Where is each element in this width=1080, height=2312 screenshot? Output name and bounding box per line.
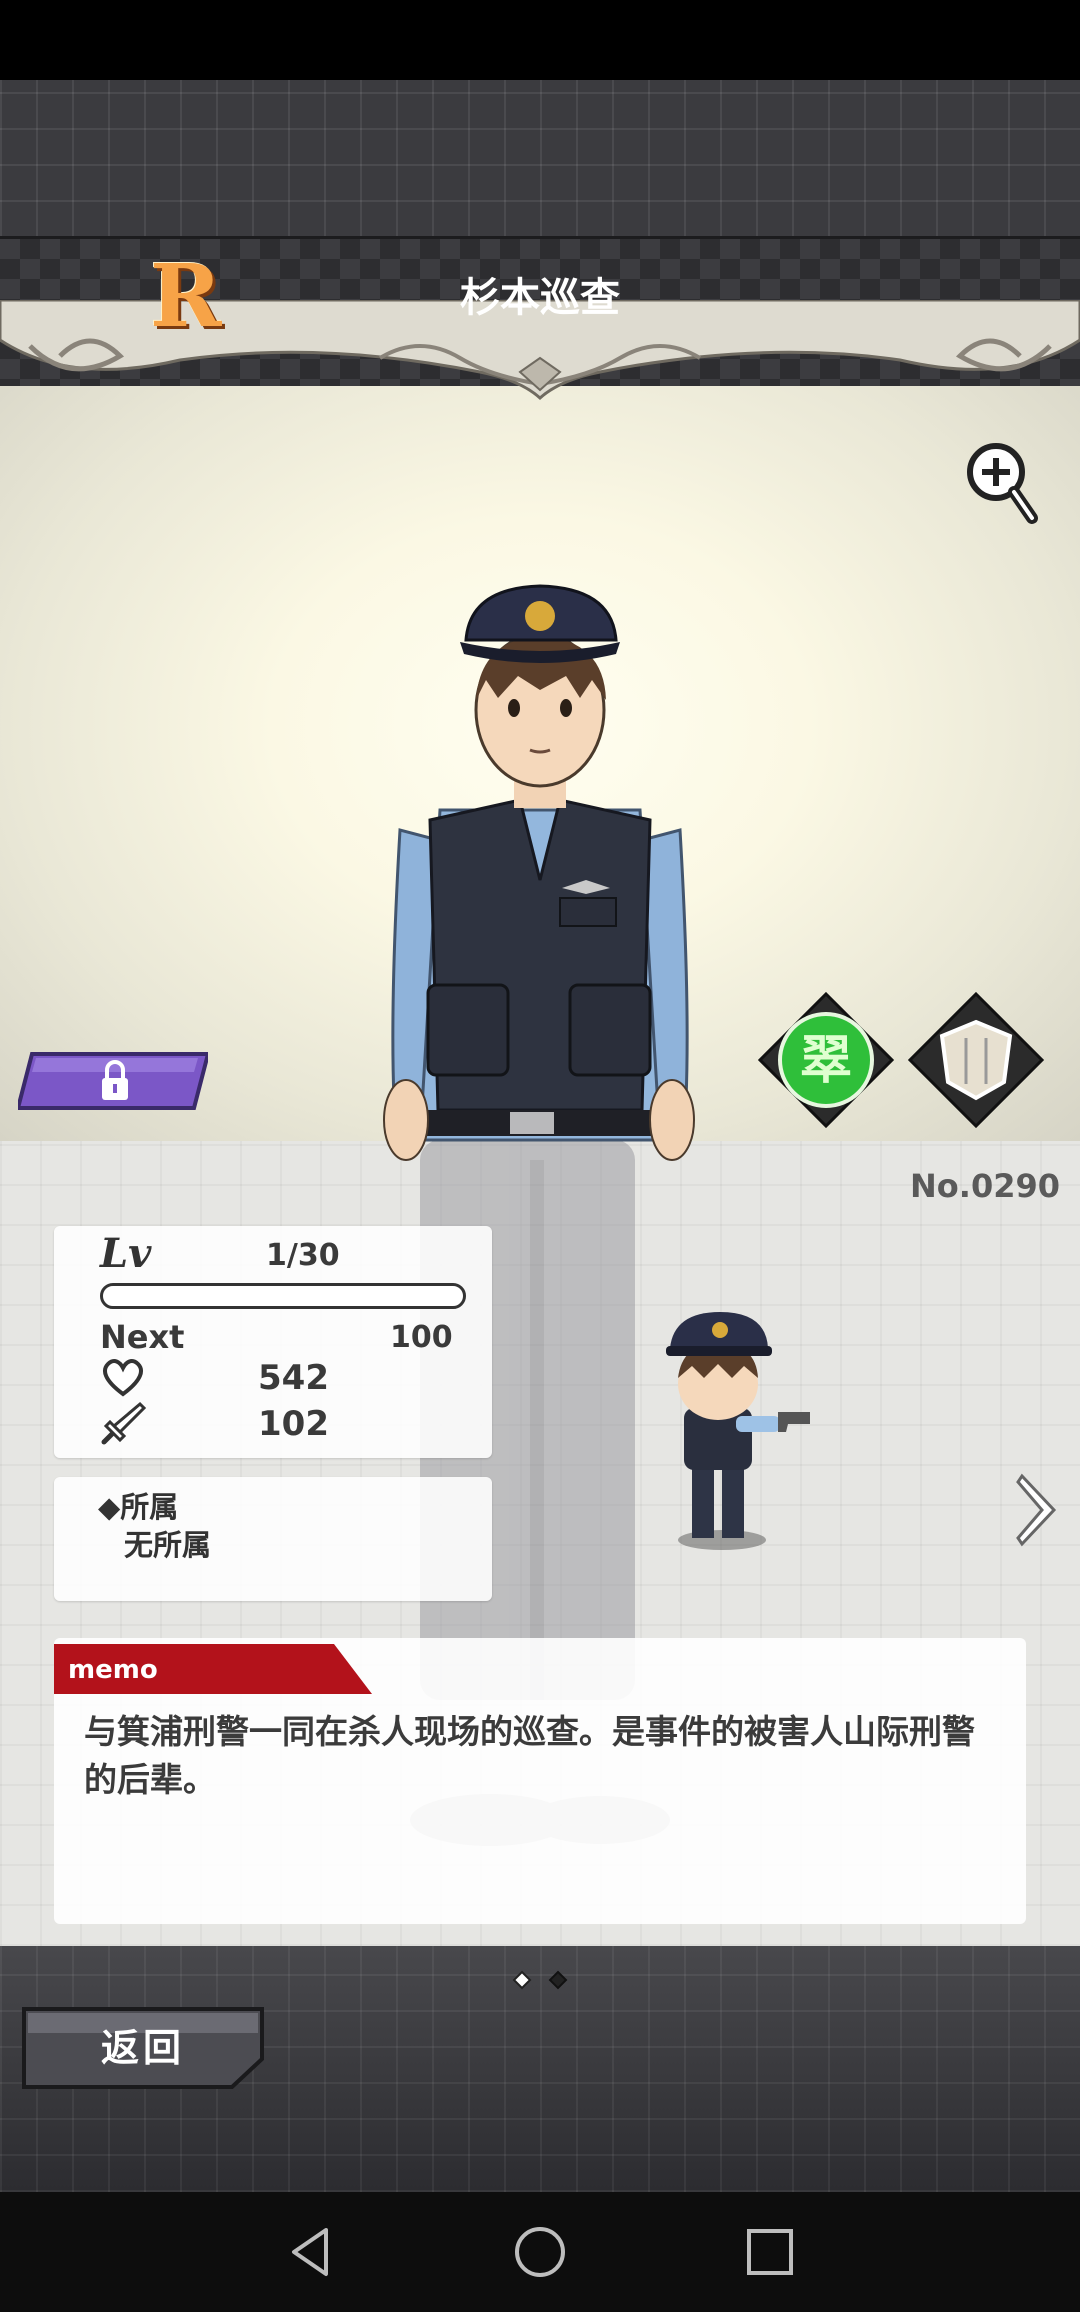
level-label: Lv [100,1230,152,1277]
shield-type-icon [908,992,1044,1128]
recents-nav-icon[interactable] [740,2222,800,2282]
heart-icon [103,1359,143,1397]
experience-bar [100,1283,466,1309]
page-dot-1 [512,1970,532,1990]
lock-button[interactable] [18,1050,208,1112]
zoom-in-icon[interactable] [962,438,1042,526]
rarity-badge: R [150,246,222,347]
back-nav-icon[interactable] [280,2222,340,2282]
home-nav-icon[interactable] [510,2222,570,2282]
top-grid-background [0,80,1080,238]
memo-text: 与箕浦刑警一同在杀人现场的巡查。是事件的被害人山际刑警的后辈。 [84,1712,975,1799]
next-value: 100 [390,1320,453,1355]
attribute-glyph: 翠 [800,1031,852,1091]
chibi-sprite [666,1312,810,1550]
next-arrow-button[interactable] [1014,1470,1062,1550]
affiliation-label: ◆所属 [98,1490,179,1524]
sword-icon [101,1401,146,1445]
hp-value: 542 [258,1358,329,1398]
attack-value: 102 [258,1404,329,1444]
page-title: 杉本巡查 [460,275,620,321]
card-number: No.0290 [910,1167,1060,1205]
attribute-icon: 翠 [757,991,895,1129]
page-dot-2 [548,1970,568,1990]
level-value: 1/30 [266,1238,340,1273]
memo-tag-label: memo [68,1655,158,1685]
next-label: Next [100,1318,185,1356]
status-bar [0,0,1080,80]
page-indicator [512,1970,568,1990]
affiliation-value: 无所属 [124,1528,212,1562]
back-button[interactable]: 返回 [18,2005,268,2091]
